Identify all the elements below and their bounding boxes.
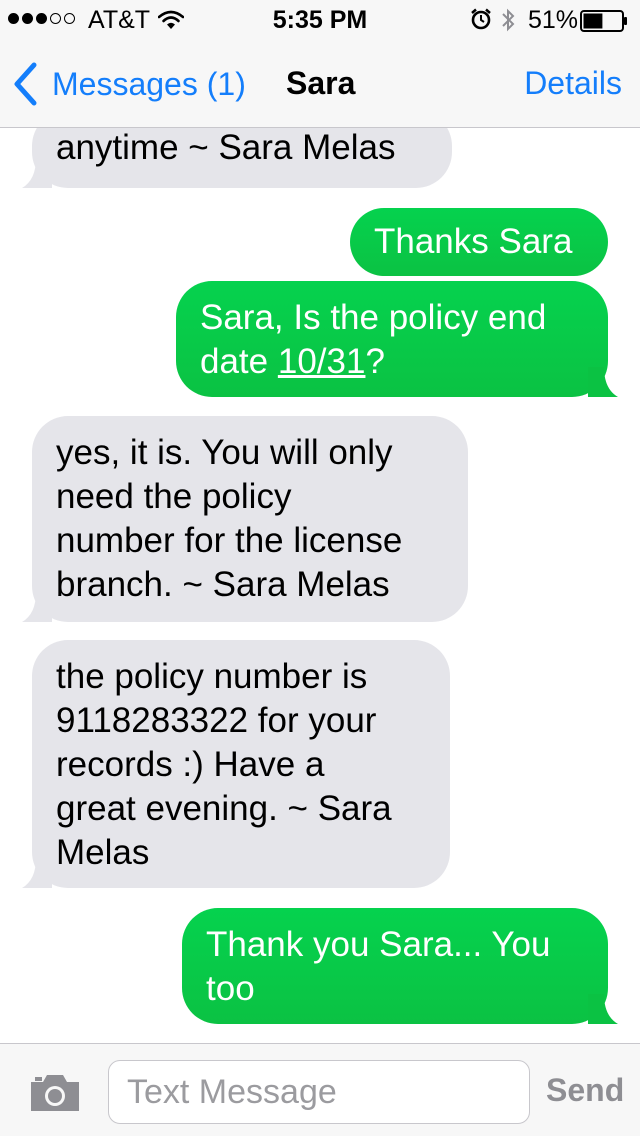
bubble-tail <box>22 592 52 622</box>
message-text: Thank you Sara... You too <box>206 925 551 1008</box>
camera-icon[interactable] <box>28 1072 82 1114</box>
composer-bar: Send <box>0 1043 640 1136</box>
date-link[interactable]: 10/31 <box>278 342 366 381</box>
send-button[interactable]: Send <box>546 1072 624 1109</box>
message-bubble-incoming[interactable]: anytime ~ Sara Melas <box>22 128 452 188</box>
message-text: anytime ~ Sara Melas <box>56 128 396 167</box>
message-list[interactable]: anytime ~ Sara Melas Thanks Sara Sara, I… <box>0 128 640 1043</box>
messages-screen: AT&T 5:35 PM 51% Messages (1) Sara Detai… <box>0 0 640 1136</box>
message-bubble-incoming[interactable]: the policy number is 9118283322 for your… <box>22 640 450 888</box>
bubble-tail <box>588 994 618 1024</box>
message-bubble-outgoing[interactable]: Sara, Is the policy end date 10/31? <box>176 281 618 397</box>
bubble-tail <box>22 158 52 188</box>
chevron-left-icon <box>14 62 37 106</box>
alarm-icon <box>471 8 491 30</box>
message-text: Sara, Is the policy end date 10/31? <box>200 296 584 384</box>
status-bar: AT&T 5:35 PM 51% <box>0 0 640 40</box>
back-to-messages-button[interactable]: Messages (1) <box>12 60 246 108</box>
message-bubble-incoming[interactable]: yes, it is. You will only need the polic… <box>22 416 468 622</box>
bubble-tail <box>22 858 52 888</box>
message-text: yes, it is. You will only need the polic… <box>56 433 403 604</box>
conversation-title: Sara <box>286 65 356 101</box>
message-bubble-outgoing[interactable]: Thanks Sara <box>350 208 608 276</box>
bubble-tail <box>588 367 618 397</box>
navigation-bar: Messages (1) Sara Details <box>0 40 640 128</box>
details-button[interactable]: Details <box>524 65 622 102</box>
message-bubble-outgoing[interactable]: Thank you Sara... You too <box>182 908 618 1024</box>
message-text-part: ? <box>365 342 385 381</box>
message-text: the policy number is 9118283322 for your… <box>56 657 392 872</box>
bluetooth-icon <box>502 8 515 32</box>
battery-icon <box>580 10 627 32</box>
battery-percentage: 51% <box>528 6 579 34</box>
message-text: Thanks Sara <box>374 222 573 261</box>
back-button-label: Messages (1) <box>52 65 246 102</box>
message-input[interactable] <box>108 1060 530 1124</box>
